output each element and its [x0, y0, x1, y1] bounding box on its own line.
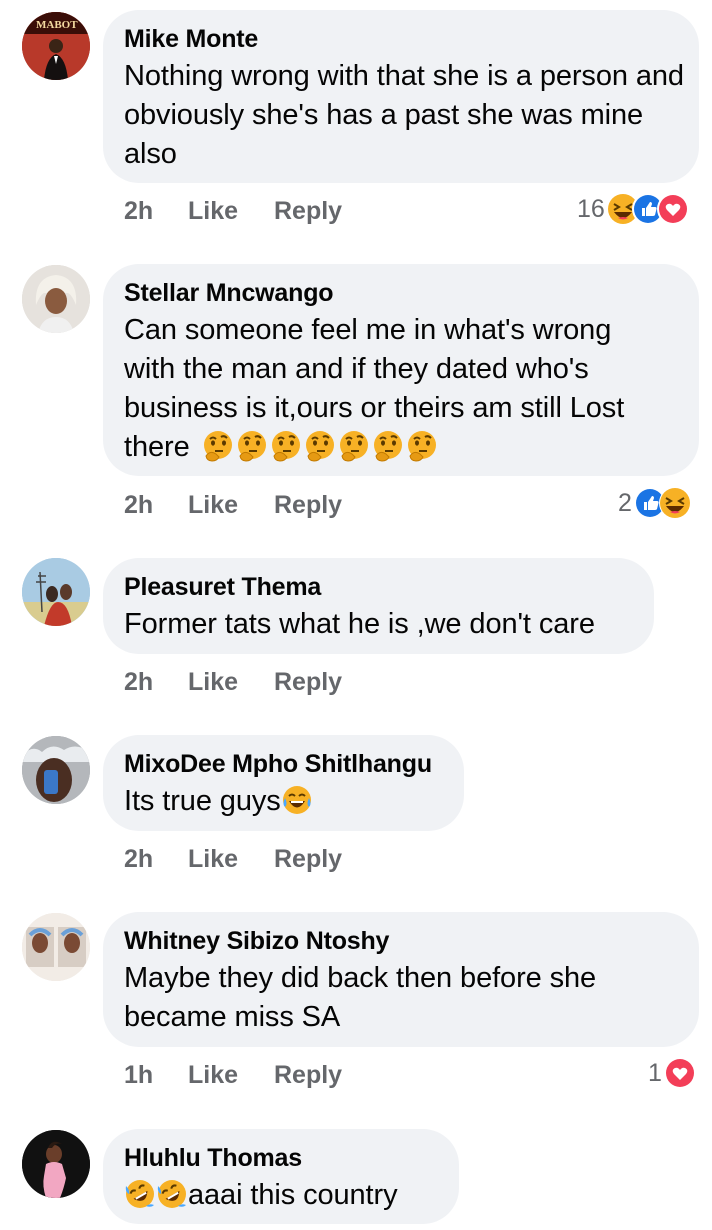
comment-time[interactable]: 2h [124, 844, 153, 874]
avatar[interactable] [22, 265, 90, 333]
thinking-face-icon [236, 430, 267, 462]
laughing-tears-icon [281, 785, 312, 815]
haha-icon [658, 487, 691, 519]
commenter-name[interactable]: MixoDee Mpho Shitlhangu [124, 749, 442, 779]
commenter-name[interactable]: Pleasuret Thema [124, 572, 632, 602]
comment-text: Its true guys [124, 782, 442, 821]
like-button[interactable]: Like [188, 490, 238, 520]
commenter-name[interactable]: Mike Monte [124, 24, 677, 54]
rolling-laughing-icon [156, 1179, 187, 1209]
love-icon [656, 193, 689, 225]
comment-bubble: Hluhlu Thomas aaai this country [103, 1129, 459, 1224]
comment-text: Can someone feel me in what's wrong with… [124, 311, 677, 467]
thinking-face-icon [338, 430, 369, 462]
avatar[interactable] [22, 1130, 90, 1198]
avatar[interactable] [22, 736, 90, 804]
commenter-name[interactable]: Stellar Mncwango [124, 278, 677, 308]
avatar[interactable] [22, 913, 90, 981]
reply-button[interactable]: Reply [274, 490, 342, 520]
comment-bubble: Mike Monte Nothing wrong with that she i… [103, 10, 699, 183]
like-button[interactable]: Like [188, 1060, 238, 1090]
comment-text-line: there [124, 428, 677, 467]
comment-time[interactable]: 1h [124, 1060, 153, 1090]
comment-bubble: Whitney Sibizo Ntoshy Maybe they did bac… [103, 912, 699, 1047]
thinking-face-icon [202, 430, 233, 462]
comment-text: aaai this country [124, 1176, 437, 1215]
comment-time[interactable]: 2h [124, 490, 153, 520]
comment-text-line: business is it,ours or theirs am still L… [124, 392, 625, 424]
comment-bubble: MixoDee Mpho Shitlhangu Its true guys [103, 735, 464, 831]
comment-text-body: aaai this country [188, 1179, 398, 1211]
comment-text-end: there [124, 431, 190, 463]
like-button[interactable]: Like [188, 844, 238, 874]
commenter-name[interactable]: Hluhlu Thomas [124, 1143, 437, 1173]
thinking-face-icon [372, 430, 403, 462]
thinking-face-icon [304, 430, 335, 462]
reaction-summary[interactable]: 2 [618, 487, 691, 519]
reply-button[interactable]: Reply [274, 196, 342, 226]
rolling-laughing-icon [124, 1179, 155, 1209]
comment-text-line: Maybe they did back then before she [124, 962, 597, 994]
comment-text: Nothing wrong with that she is a person … [124, 60, 684, 170]
reaction-count: 1 [648, 1059, 662, 1087]
thinking-face-icon [270, 430, 301, 462]
svg-text:MABOT: MABOT [36, 19, 78, 31]
reaction-summary[interactable]: 16 [577, 193, 689, 225]
reaction-summary[interactable]: 1 [648, 1057, 696, 1089]
reply-button[interactable]: Reply [274, 667, 342, 697]
like-button[interactable]: Like [188, 196, 238, 226]
comment-text: Maybe they did back then before she beca… [124, 959, 677, 1037]
comment-text-line: with the man and if they dated who's [124, 353, 589, 385]
comment-bubble: Pleasuret Thema Former tats what he is ,… [103, 558, 654, 654]
like-button[interactable]: Like [188, 667, 238, 697]
reaction-count: 16 [577, 195, 605, 223]
love-icon [663, 1057, 696, 1089]
reply-button[interactable]: Reply [274, 1060, 342, 1090]
comment-time[interactable]: 2h [124, 667, 153, 697]
comment-bubble: Stellar Mncwango Can someone feel me in … [103, 264, 699, 476]
comment-text-line: Can someone feel me in what's wrong [124, 314, 612, 346]
reply-button[interactable]: Reply [274, 844, 342, 874]
comment-text-line: became miss SA [124, 1001, 341, 1033]
comment-text-body: Its true guys [124, 785, 281, 817]
avatar[interactable]: MABOT [22, 12, 90, 80]
avatar[interactable] [22, 558, 90, 626]
reaction-count: 2 [618, 489, 632, 517]
emoji-row [194, 430, 440, 463]
commenter-name[interactable]: Whitney Sibizo Ntoshy [124, 926, 677, 956]
thinking-face-icon [406, 430, 437, 462]
comment-time[interactable]: 2h [124, 196, 153, 226]
comment-text: Former tats what he is ,we don't care [124, 608, 595, 640]
